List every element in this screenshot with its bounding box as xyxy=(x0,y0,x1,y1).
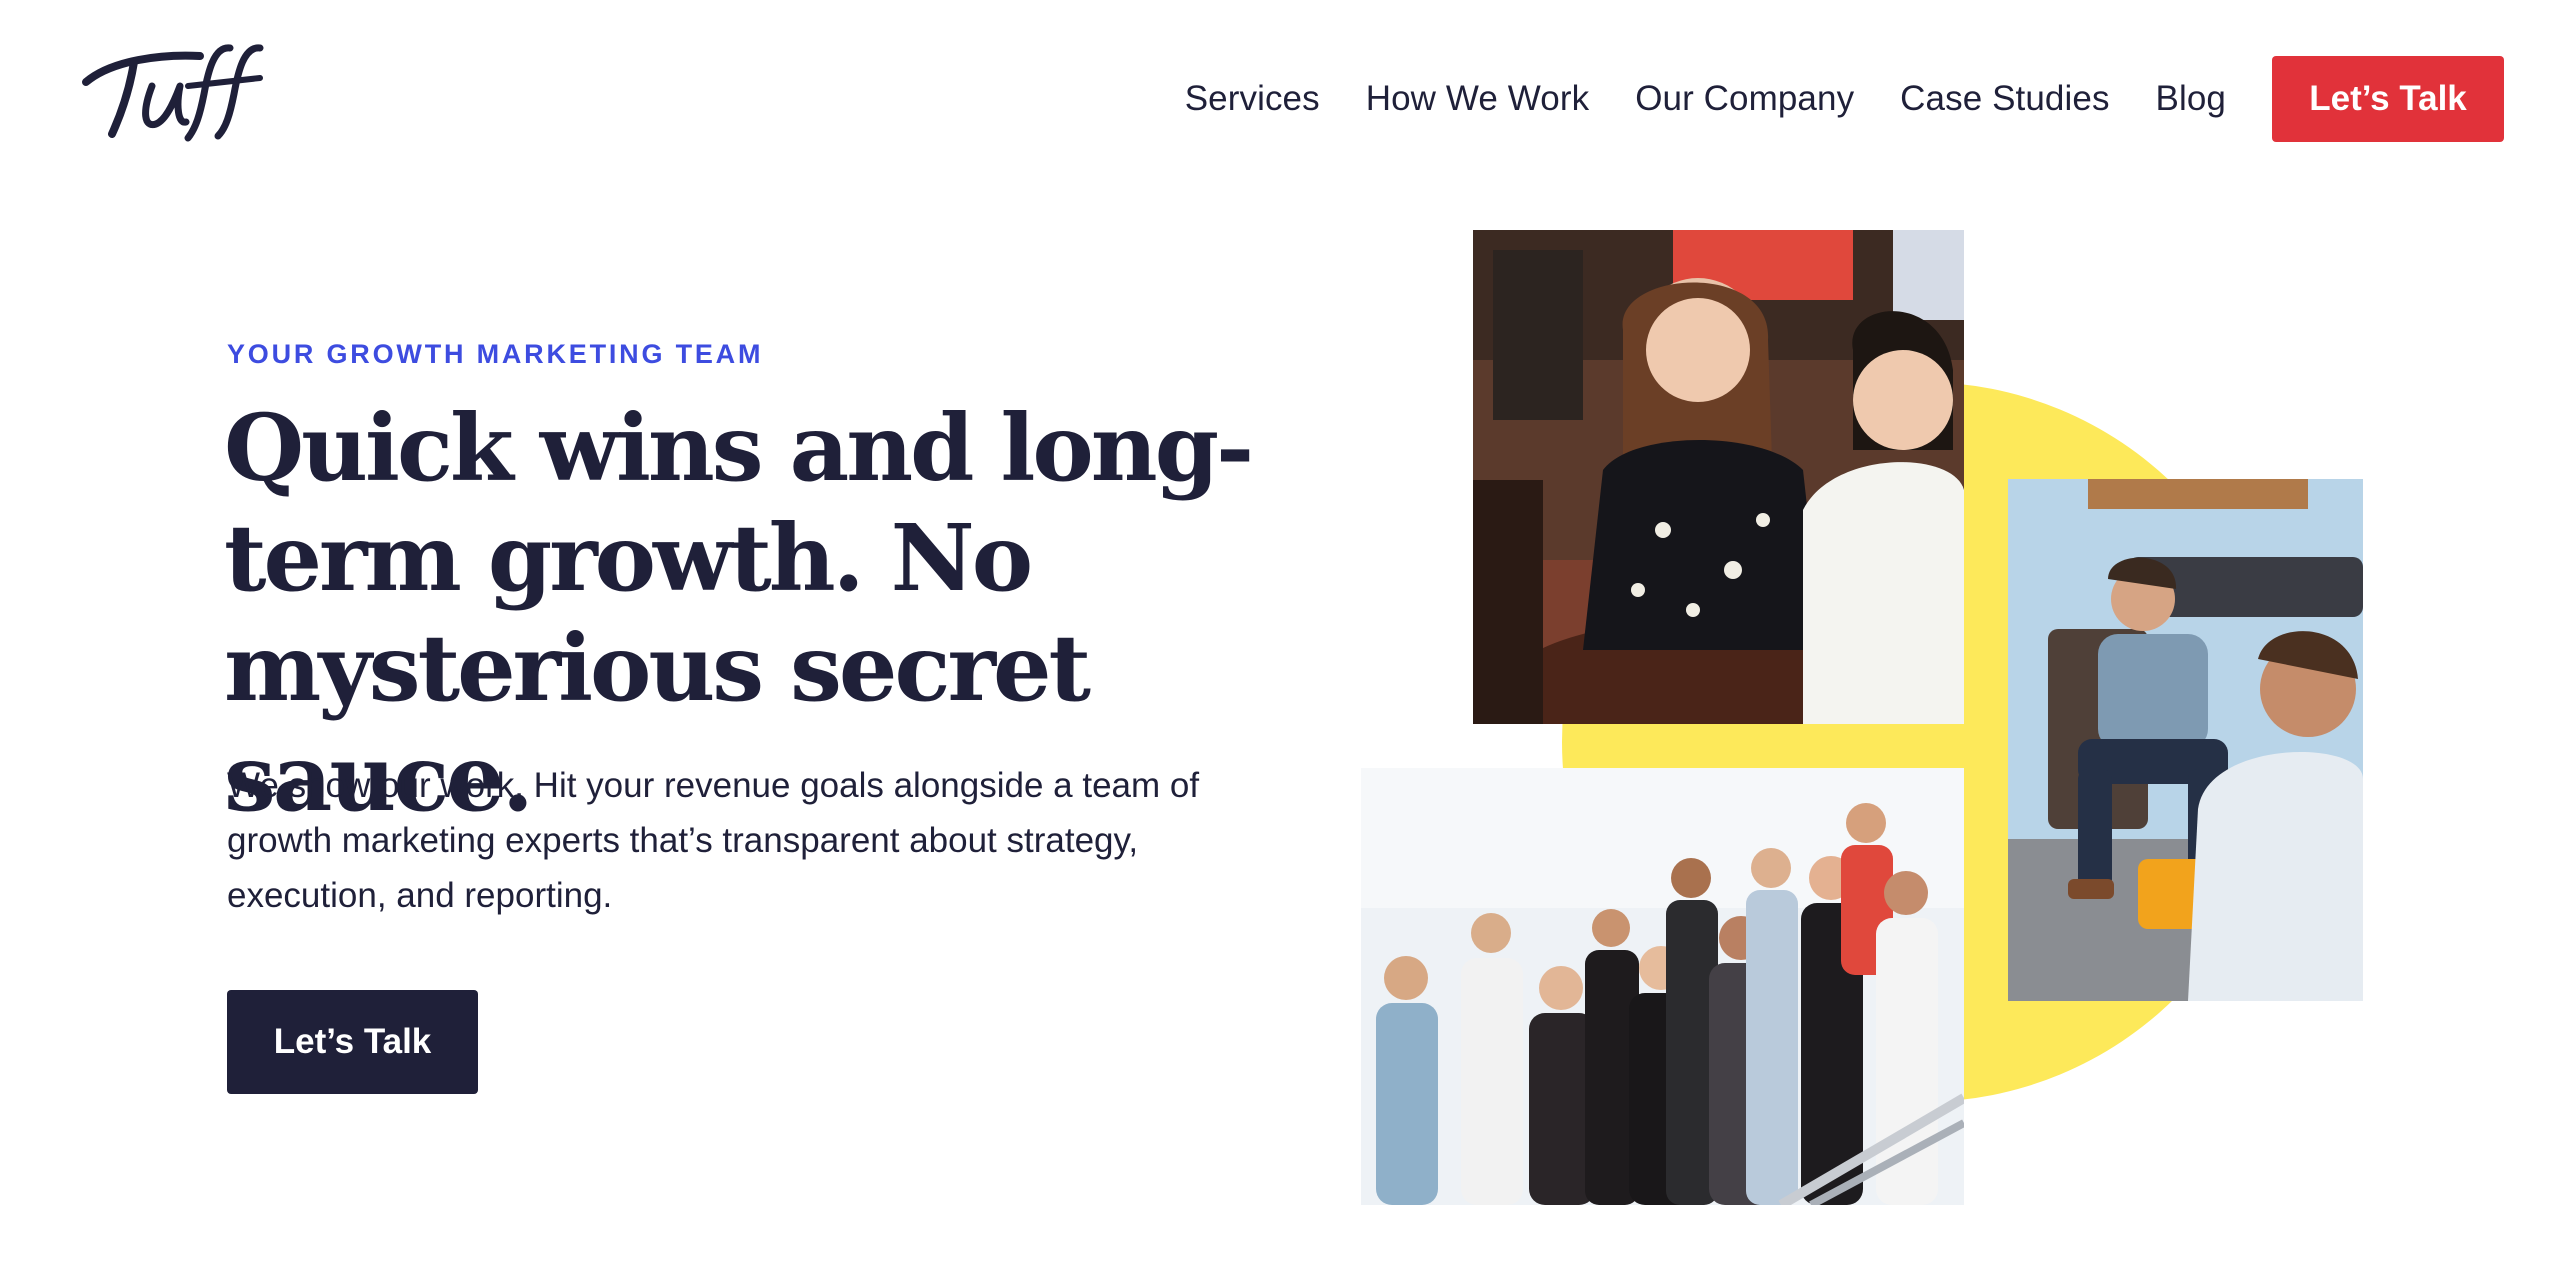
nav-case-studies[interactable]: Case Studies xyxy=(1900,79,2109,119)
nav-how-we-work[interactable]: How We Work xyxy=(1366,79,1589,119)
hero-eyebrow: YOUR GROWTH MARKETING TEAM xyxy=(227,339,764,369)
team-photo-meeting xyxy=(1473,230,1964,724)
nav-blog[interactable]: Blog xyxy=(2156,79,2226,119)
nav-services[interactable]: Services xyxy=(1185,79,1320,119)
hero-lets-talk-button[interactable]: Let’s Talk xyxy=(227,990,478,1094)
nav-our-company[interactable]: Our Company xyxy=(1635,79,1854,119)
tuff-logo-wordmark xyxy=(82,44,264,142)
page: Services How We Work Our Company Case St… xyxy=(0,0,2560,1279)
team-photo-discussion xyxy=(2008,479,2363,1001)
hero-description: We show our work. Hit your revenue goals… xyxy=(227,766,1200,915)
tuff-logo[interactable] xyxy=(82,42,268,142)
team-group-photo xyxy=(1361,768,1964,1205)
header-lets-talk-button[interactable]: Let’s Talk xyxy=(2272,56,2504,142)
main-nav: Services How We Work Our Company Case St… xyxy=(1185,56,2504,142)
